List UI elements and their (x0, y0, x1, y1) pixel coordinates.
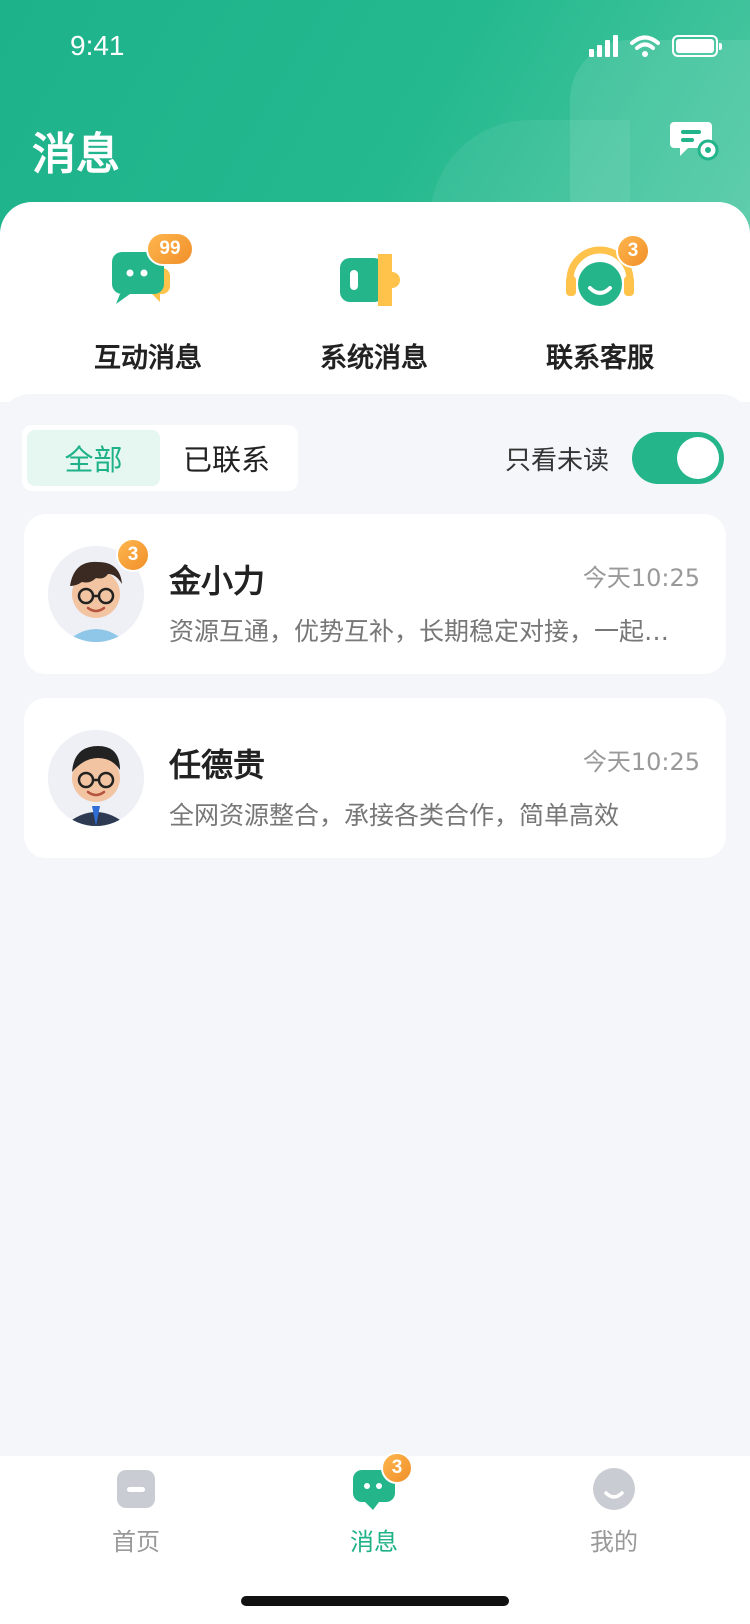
avatar (48, 730, 144, 826)
unread-badge: 3 (381, 1452, 413, 1484)
entry-label: 联系客服 (546, 343, 654, 374)
chat-time: 今天10:25 (582, 564, 700, 592)
status-time: 9:41 (70, 30, 125, 61)
segment-contacted[interactable]: 已联系 (160, 430, 293, 486)
page-title: 消息 (32, 129, 120, 180)
tab-label: 我的 (590, 1528, 638, 1556)
cellular-signal-icon (589, 35, 618, 57)
chat-name: 任德贵 (169, 746, 266, 784)
segment-all[interactable]: 全部 (27, 430, 160, 486)
megaphone-icon (340, 254, 400, 306)
tab-profile[interactable]: 我的 (554, 1466, 674, 1557)
entry-label: 互动消息 (94, 343, 202, 374)
home-icon (117, 1470, 155, 1508)
message-settings-icon (670, 122, 719, 161)
chat-preview: 全网资源整合，承接各类合作，简单高效 (169, 801, 620, 830)
unread-badge: 3 (116, 538, 150, 572)
entry-system-messages[interactable]: 系统消息 (261, 240, 487, 375)
unread-only-toggle[interactable] (632, 432, 724, 484)
unread-badge: 99 (146, 232, 194, 266)
chat-item[interactable]: 3 金小力 今天10:25 资源互通，优势互补，长期稳定对接，一起共赢 (24, 514, 726, 674)
chat-item[interactable]: 任德贵 今天10:25 全网资源整合，承接各类合作，简单高效 (24, 698, 726, 858)
avatar-illustration (48, 730, 144, 826)
tab-label: 消息 (350, 1528, 398, 1556)
home-indicator (241, 1596, 509, 1606)
tab-messages[interactable]: 3 消息 (314, 1452, 434, 1557)
filter-segment: 全部 已联系 (22, 425, 298, 491)
profile-icon (593, 1468, 635, 1510)
wifi-icon (630, 35, 660, 57)
battery-icon (672, 35, 722, 57)
unread-only-label: 只看未读 (505, 446, 610, 476)
quick-entries: 99 互动消息 系统消息 3 联系客服 (0, 232, 750, 375)
entry-label: 系统消息 (320, 343, 428, 374)
unread-badge: 3 (616, 234, 650, 268)
chat-preview: 资源互通，优势互补，长期稳定对接，一起共赢 (169, 617, 689, 646)
toggle-knob (677, 437, 719, 479)
entry-interactive-messages[interactable]: 99 互动消息 (35, 232, 261, 375)
tab-home[interactable]: 首页 (76, 1466, 196, 1557)
tab-label: 首页 (112, 1528, 160, 1556)
status-bar-icons (589, 34, 722, 58)
chat-name: 金小力 (169, 562, 266, 600)
message-settings-button[interactable] (670, 118, 720, 164)
entry-customer-service[interactable]: 3 联系客服 (487, 234, 713, 375)
chat-time: 今天10:25 (582, 748, 700, 776)
